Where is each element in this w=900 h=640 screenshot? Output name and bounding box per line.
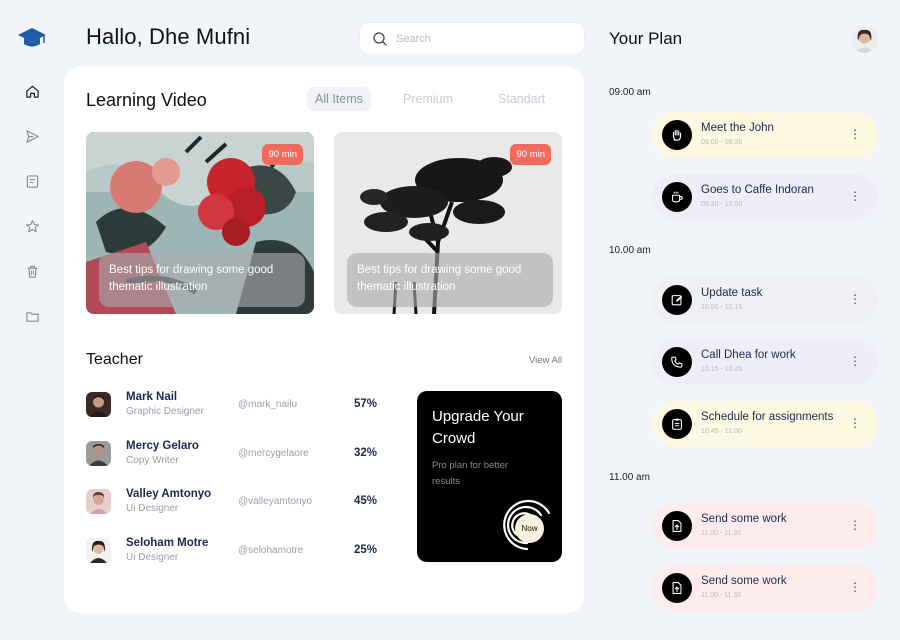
upgrade-title: Upgrade Your Crowd <box>432 408 524 447</box>
learning-video-title: Learning Video <box>86 90 207 110</box>
plan-item-title: Schedule for assignments <box>701 411 834 423</box>
teacher-row[interactable]: Seloham Motre Ui Designer @selohamotre 2… <box>86 537 386 567</box>
plan-item[interactable]: Goes to Caffe Indoran 09.30 - 10.00 ⋮ <box>652 174 878 220</box>
teacher-handle: @mercygelaore <box>238 448 309 459</box>
plan-item-title: Send some work <box>701 513 787 525</box>
home-icon[interactable] <box>22 81 42 101</box>
teacher-section-title: Teacher <box>86 351 143 368</box>
more-options-icon[interactable]: ⋮ <box>849 580 861 594</box>
more-options-icon[interactable]: ⋮ <box>849 189 861 203</box>
teacher-row[interactable]: Valley Amtonyo Ui Designer @valleyamtony… <box>86 488 386 518</box>
plan-item[interactable]: Meet the John 09.00 - 09.30 ⋮ <box>652 112 878 158</box>
time-group-label: 09.00 am <box>609 87 651 98</box>
teacher-role: Copy Writer <box>126 455 179 466</box>
video-card[interactable]: 90 min Best tips for drawing some good t… <box>86 132 314 314</box>
tab-all-items[interactable]: All Items <box>307 87 371 111</box>
sidebar <box>0 0 64 640</box>
coffee-icon <box>662 182 692 212</box>
plan-item-title: Send some work <box>701 575 787 587</box>
teacher-role: Graphic Designer <box>126 406 204 417</box>
more-options-icon[interactable]: ⋮ <box>849 354 861 368</box>
teacher-role: Ui Designer <box>126 552 179 563</box>
search-input[interactable] <box>396 32 566 45</box>
phone-icon <box>662 347 692 377</box>
plan-item-title: Update task <box>701 287 763 299</box>
teacher-name: Seloham Motre <box>126 537 209 549</box>
clipboard-icon <box>662 409 692 439</box>
plan-item-time: 10.00 - 10.15 <box>701 304 743 311</box>
plan-item-title: Goes to Caffe Indoran <box>701 184 814 196</box>
teacher-name: Mark Nail <box>126 391 178 403</box>
more-options-icon[interactable]: ⋮ <box>849 518 861 532</box>
hand-icon <box>662 120 692 150</box>
time-group-label: 11.00 am <box>609 472 650 483</box>
plan-item-time: 09.30 - 10.00 <box>701 201 743 208</box>
search-icon <box>373 31 387 46</box>
document-upload-icon <box>662 573 692 603</box>
folder-icon[interactable] <box>22 306 42 326</box>
avatar <box>86 392 111 417</box>
teacher-name: Mercy Gelaro <box>126 440 199 452</box>
avatar <box>86 538 111 563</box>
send-icon[interactable] <box>22 126 42 146</box>
greeting-title: Hallo, Dhe Mufni <box>86 24 251 49</box>
upgrade-card[interactable]: Upgrade Your Crowd Pro plan for better r… <box>417 391 562 562</box>
tab-premium[interactable]: Premium <box>395 87 461 111</box>
duration-badge: 90 min <box>510 144 551 165</box>
edit-icon <box>662 285 692 315</box>
plan-item[interactable]: Send some work 11.00 - 11.30 ⋮ <box>652 503 878 549</box>
learning-panel: Learning Video All Items Premium Standar… <box>64 67 584 613</box>
plan-item-title: Meet the John <box>701 122 774 134</box>
teacher-role: Ui Designer <box>126 503 179 514</box>
upgrade-now-button[interactable]: Now <box>515 514 544 543</box>
teacher-row[interactable]: Mark Nail Graphic Designer @mark_nailu 5… <box>86 391 386 421</box>
teacher-row[interactable]: Mercy Gelaro Copy Writer @mercygelaore 3… <box>86 440 386 470</box>
plan-item-time: 11.00 - 11.30 <box>701 592 742 599</box>
more-options-icon[interactable]: ⋮ <box>849 416 861 430</box>
video-caption: Best tips for drawing some good thematic… <box>99 253 305 307</box>
avatar <box>86 441 111 466</box>
tab-standart[interactable]: Standart <box>490 87 553 111</box>
video-caption: Best tips for drawing some good thematic… <box>347 253 553 307</box>
profile-avatar[interactable] <box>851 26 878 53</box>
teacher-percent: 32% <box>354 447 378 459</box>
teacher-handle: @selohamotre <box>238 545 304 556</box>
avatar <box>86 489 111 514</box>
video-card[interactable]: 90 min Best tips for drawing some good t… <box>334 132 562 314</box>
more-options-icon[interactable]: ⋮ <box>849 292 861 306</box>
document-upload-icon <box>662 511 692 541</box>
plan-item-time: 10.45 - 11.00 <box>701 428 742 435</box>
plan-item-time: 10.15 - 10.45 <box>701 366 743 373</box>
plan-item-time: 11.00 - 11.30 <box>701 530 742 537</box>
teacher-name: Valley Amtonyo <box>126 488 212 500</box>
time-group-label: 10.00 am <box>609 245 651 256</box>
teacher-percent: 25% <box>354 544 378 556</box>
notes-icon[interactable] <box>22 171 42 191</box>
more-options-icon[interactable]: ⋮ <box>849 127 861 141</box>
teacher-handle: @mark_nailu <box>238 399 298 410</box>
star-icon[interactable] <box>22 216 42 236</box>
plan-item-time: 09.00 - 09.30 <box>701 139 743 146</box>
view-all-link[interactable]: View All <box>529 355 562 366</box>
plan-item[interactable]: Call Dhea for work 10.15 - 10.45 ⋮ <box>652 339 878 385</box>
graduation-cap-logo-icon[interactable] <box>17 27 47 49</box>
search-bar[interactable] <box>359 22 585 55</box>
upgrade-subtitle: Pro plan for better results <box>432 460 509 487</box>
teacher-percent: 57% <box>354 398 378 410</box>
plan-item-title: Call Dhea for work <box>701 349 796 361</box>
teacher-percent: 45% <box>354 495 378 507</box>
trash-icon[interactable] <box>22 261 42 281</box>
plan-title: Your Plan <box>609 29 683 48</box>
plan-item[interactable]: Update task 10.00 - 10.15 ⋮ <box>652 277 878 323</box>
plan-item[interactable]: Schedule for assignments 10.45 - 11.00 ⋮ <box>652 401 878 447</box>
teacher-handle: @valleyamtonyo <box>238 496 313 507</box>
plan-item[interactable]: Send some work 11.00 - 11.30 ⋮ <box>652 565 878 611</box>
duration-badge: 90 min <box>262 144 303 165</box>
